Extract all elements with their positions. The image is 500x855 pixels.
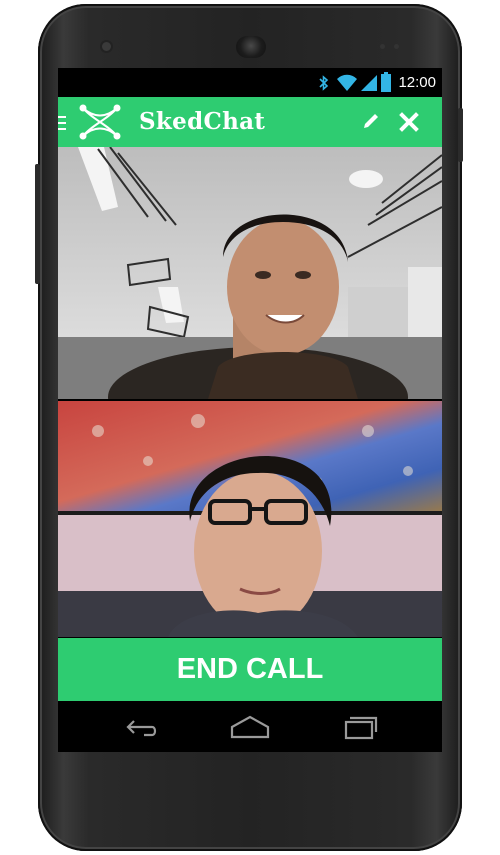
proximity-sensor bbox=[380, 44, 385, 49]
app-title: SkedChat bbox=[139, 108, 266, 135]
close-icon[interactable] bbox=[399, 112, 419, 132]
navigation-bar bbox=[58, 701, 442, 752]
remote-video-frame bbox=[58, 147, 442, 399]
recent-apps-icon[interactable] bbox=[338, 713, 378, 741]
bluetooth-icon bbox=[319, 75, 329, 91]
signal-icon bbox=[361, 75, 377, 91]
status-bar: 12:00 bbox=[58, 68, 442, 97]
local-video-frame bbox=[58, 401, 442, 637]
power-button bbox=[458, 108, 463, 162]
edit-icon[interactable] bbox=[361, 111, 381, 131]
skedchat-logo-icon bbox=[79, 104, 121, 140]
menu-icon[interactable] bbox=[58, 115, 68, 131]
action-bar: SkedChat bbox=[58, 97, 442, 147]
front-camera bbox=[102, 42, 111, 51]
battery-icon bbox=[381, 72, 391, 92]
home-icon[interactable] bbox=[230, 713, 270, 741]
back-icon[interactable] bbox=[122, 713, 162, 741]
status-time: 12:00 bbox=[398, 74, 436, 91]
volume-button bbox=[35, 164, 40, 284]
remote-video bbox=[58, 147, 442, 399]
local-video bbox=[58, 401, 442, 637]
wifi-icon bbox=[337, 74, 357, 91]
light-sensor bbox=[394, 44, 399, 49]
earpiece-speaker bbox=[236, 36, 266, 58]
end-call-button[interactable]: END CALL bbox=[58, 638, 442, 701]
screen: 12:00 SkedChat END CALL bbox=[58, 68, 442, 752]
